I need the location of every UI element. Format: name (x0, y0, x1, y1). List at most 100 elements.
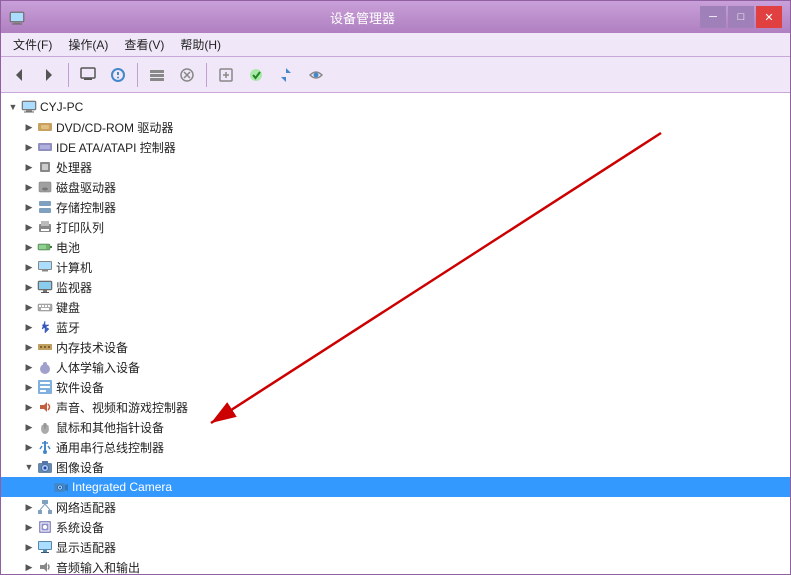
menu-action[interactable]: 操作(A) (60, 34, 116, 55)
root-label: CYJ-PC (40, 100, 83, 114)
toolbar-forward[interactable] (35, 61, 63, 89)
menu-help[interactable]: 帮助(H) (172, 34, 229, 55)
tree-disk[interactable]: ▶ 磁盘驱动器 (1, 177, 790, 197)
toolbar-btn7[interactable] (272, 61, 300, 89)
bluetooth-icon (37, 319, 53, 335)
toolbar-btn6[interactable] (242, 61, 270, 89)
usb-icon (37, 439, 53, 455)
expand-monitor[interactable]: ▶ (21, 279, 37, 295)
expand-usb[interactable]: ▶ (21, 439, 37, 455)
audio-icon (37, 559, 53, 574)
system-label: 系统设备 (56, 519, 104, 536)
storage-label: 存储控制器 (56, 199, 116, 216)
expand-print[interactable]: ▶ (21, 219, 37, 235)
display-label: 显示适配器 (56, 539, 116, 556)
window-title: 设备管理器 (25, 8, 700, 27)
tree-camera-group[interactable]: ▼ 图像设备 (1, 457, 790, 477)
tree-system[interactable]: ▶ 系统设备 (1, 517, 790, 537)
tree-root[interactable]: ▼ CYJ-PC (1, 97, 790, 117)
expand-computer[interactable]: ▶ (21, 259, 37, 275)
expand-root[interactable]: ▼ (5, 99, 21, 115)
menu-file[interactable]: 文件(F) (5, 34, 60, 55)
device-manager-window: 设备管理器 ─ □ ✕ 文件(F) 操作(A) 查看(V) 帮助(H) (0, 0, 791, 575)
tree-storage[interactable]: ▶ 存储控制器 (1, 197, 790, 217)
battery-label: 电池 (56, 239, 80, 256)
computer-label: 计算机 (56, 259, 92, 276)
ide-label: IDE ATA/ATAPI 控制器 (56, 139, 176, 156)
expand-storage[interactable]: ▶ (21, 199, 37, 215)
expand-bluetooth[interactable]: ▶ (21, 319, 37, 335)
expand-system[interactable]: ▶ (21, 519, 37, 535)
expand-disk[interactable]: ▶ (21, 179, 37, 195)
computer-icon (21, 99, 37, 115)
camera-group-icon (37, 459, 53, 475)
camera-label: Integrated Camera (72, 480, 172, 494)
toolbar (1, 57, 790, 93)
content-area: ▼ CYJ-PC ▶ DVD/CD-ROM 驱动器 (1, 93, 790, 574)
window-controls: ─ □ ✕ (700, 6, 782, 28)
expand-network[interactable]: ▶ (21, 499, 37, 515)
mouse-icon (37, 419, 53, 435)
tree-memory[interactable]: ▶ 内存技术设备 (1, 337, 790, 357)
ide-icon (37, 139, 53, 155)
disk-label: 磁盘驱动器 (56, 179, 116, 196)
menu-view[interactable]: 查看(V) (116, 34, 172, 55)
expand-ide[interactable]: ▶ (21, 139, 37, 155)
tree-cpu[interactable]: ▶ 处理器 (1, 157, 790, 177)
toolbar-sep-1 (68, 63, 69, 87)
tree-sound[interactable]: ▶ 声音、视频和游戏控制器 (1, 397, 790, 417)
integrated-camera-icon (53, 479, 69, 495)
toolbar-sep-2 (137, 63, 138, 87)
toolbar-back[interactable] (5, 61, 33, 89)
tree-view: ▼ CYJ-PC ▶ DVD/CD-ROM 驱动器 (1, 93, 790, 574)
expand-mouse[interactable]: ▶ (21, 419, 37, 435)
tree-dvd[interactable]: ▶ DVD/CD-ROM 驱动器 (1, 117, 790, 137)
expand-camera-group[interactable]: ▼ (21, 459, 37, 475)
tree-audio[interactable]: ▶ 音频输入和输出 (1, 557, 790, 574)
expand-software[interactable]: ▶ (21, 379, 37, 395)
close-button[interactable]: ✕ (756, 6, 782, 28)
minimize-button[interactable]: ─ (700, 6, 726, 28)
expand-memory[interactable]: ▶ (21, 339, 37, 355)
cpu-icon (37, 159, 53, 175)
disk-icon (37, 179, 53, 195)
expand-dvd[interactable]: ▶ (21, 119, 37, 135)
tree-network[interactable]: ▶ 网络适配器 (1, 497, 790, 517)
window-icon (9, 9, 25, 25)
tree-keyboard[interactable]: ▶ 键盘 (1, 297, 790, 317)
tree-print[interactable]: ▶ 打印队列 (1, 217, 790, 237)
display-icon (37, 539, 53, 555)
tree-battery[interactable]: ▶ 电池 (1, 237, 790, 257)
tree-monitor[interactable]: ▶ 监视器 (1, 277, 790, 297)
memory-icon (37, 339, 53, 355)
toolbar-btn2[interactable] (104, 61, 132, 89)
tree-usb[interactable]: ▶ 通用串行总线控制器 (1, 437, 790, 457)
toolbar-btn4[interactable] (173, 61, 201, 89)
maximize-button[interactable]: □ (728, 6, 754, 28)
toolbar-btn5[interactable] (212, 61, 240, 89)
software-icon (37, 379, 53, 395)
expand-audio[interactable]: ▶ (21, 559, 37, 574)
tree-ide[interactable]: ▶ IDE ATA/ATAPI 控制器 (1, 137, 790, 157)
tree-computer[interactable]: ▶ 计算机 (1, 257, 790, 277)
expand-display[interactable]: ▶ (21, 539, 37, 555)
tree-software[interactable]: ▶ 软件设备 (1, 377, 790, 397)
tree-hid[interactable]: ▶ 人体学输入设备 (1, 357, 790, 377)
expand-battery[interactable]: ▶ (21, 239, 37, 255)
tree-integrated-camera[interactable]: Integrated Camera (1, 477, 790, 497)
tree-display[interactable]: ▶ 显示适配器 (1, 537, 790, 557)
network-label: 网络适配器 (56, 499, 116, 516)
toolbar-btn8[interactable] (302, 61, 330, 89)
bluetooth-label: 蓝牙 (56, 319, 80, 336)
expand-sound[interactable]: ▶ (21, 399, 37, 415)
monitor-icon (37, 279, 53, 295)
expand-cpu[interactable]: ▶ (21, 159, 37, 175)
toolbar-btn3[interactable] (143, 61, 171, 89)
title-bar: 设备管理器 ─ □ ✕ (1, 1, 790, 33)
system-icon (37, 519, 53, 535)
tree-mouse[interactable]: ▶ 鼠标和其他指针设备 (1, 417, 790, 437)
toolbar-btn1[interactable] (74, 61, 102, 89)
tree-bluetooth[interactable]: ▶ 蓝牙 (1, 317, 790, 337)
expand-keyboard[interactable]: ▶ (21, 299, 37, 315)
expand-hid[interactable]: ▶ (21, 359, 37, 375)
